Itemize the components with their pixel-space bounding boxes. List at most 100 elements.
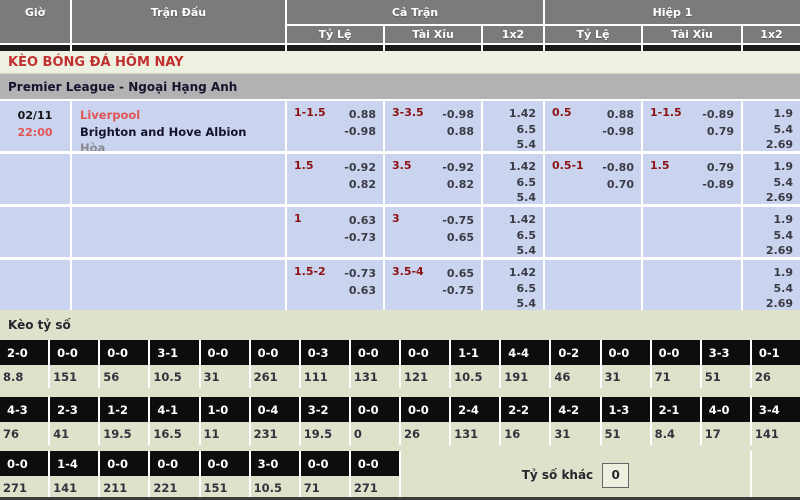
odds-grid: 02/11 22:00 Liverpool Brighton and Hove … — [0, 101, 800, 310]
h1-handicap-cell[interactable] — [545, 207, 641, 257]
odd-value: 1.42 — [509, 265, 536, 281]
score-bet-cell[interactable]: 0-246 — [551, 340, 599, 388]
score-bet-cell[interactable]: 0-00 — [351, 397, 399, 445]
time-cell — [0, 260, 70, 310]
ft-1x2-cell[interactable]: 1.426.55.4 — [483, 207, 543, 257]
handicap-line: 3 — [392, 212, 400, 257]
score-odd-value: 41 — [50, 422, 98, 445]
league-title: Premier League - Ngoại Hạng Anh — [0, 74, 800, 99]
score-bet-cell[interactable]: 0-031 — [602, 340, 650, 388]
h1-overunder-cell[interactable] — [643, 207, 741, 257]
score-bet-cell[interactable]: 1-4141 — [50, 451, 98, 497]
h1-handicap-cell[interactable]: 0.5-1-0.800.70 — [545, 154, 641, 204]
score-bet-cell[interactable]: 1-219.5 — [100, 397, 148, 445]
h1-1x2-cell[interactable]: 1.95.42.69 — [743, 154, 800, 204]
odd-value: -0.98 — [442, 106, 474, 123]
score-bet-cell[interactable]: 3-351 — [702, 340, 750, 388]
score-odd-value: 8.8 — [0, 365, 48, 388]
score-bet-cell[interactable]: 4-231 — [551, 397, 599, 445]
score-odd-value: 71 — [301, 476, 349, 497]
score-label: 3-1 — [150, 340, 198, 365]
ft-handicap-cell[interactable]: 1-1.50.88-0.98 — [287, 101, 383, 151]
odd-value: -0.73 — [344, 265, 376, 282]
score-label: 0-0 — [602, 340, 650, 365]
score-bet-cell[interactable]: 0-056 — [100, 340, 148, 388]
match-cell: Liverpool Brighton and Hove Albion Hòa — [72, 101, 285, 151]
odd-value: 0.82 — [447, 176, 474, 193]
score-bet-cell[interactable]: 0-4231 — [251, 397, 299, 445]
score-odd-value: 26 — [752, 365, 800, 388]
score-label: 3-4 — [752, 397, 800, 422]
score-bet-cell[interactable]: 1-351 — [602, 397, 650, 445]
score-odd-value: 131 — [351, 365, 399, 388]
score-bet-cell[interactable]: 0-071 — [301, 451, 349, 497]
score-bet-cell[interactable]: 1-110.5 — [451, 340, 499, 388]
score-bet-cell[interactable]: 3-4141 — [752, 397, 800, 445]
h1-1x2-cell[interactable]: 1.95.42.69 — [743, 260, 800, 310]
score-bet-cell[interactable]: 3-219.5 — [301, 397, 349, 445]
score-label: 4-3 — [0, 397, 48, 422]
score-bet-cell[interactable]: 3-110.5 — [150, 340, 198, 388]
score-bet-cell[interactable]: 0-0131 — [351, 340, 399, 388]
handicap-line: 1-1.5 — [650, 106, 682, 151]
ft-1x2-cell[interactable]: 1.426.55.4 — [483, 101, 543, 151]
score-label: 1-1 — [451, 340, 499, 365]
score-bet-cell[interactable]: 0-0271 — [0, 451, 48, 497]
h1-handicap-cell[interactable] — [545, 260, 641, 310]
score-bet-cell[interactable]: 0-0221 — [150, 451, 198, 497]
score-bet-cell[interactable]: 0-026 — [401, 397, 449, 445]
score-bet-cell[interactable]: 0-071 — [652, 340, 700, 388]
score-odd-value: 8.4 — [652, 422, 700, 445]
other-score-cell: Tỷ số khác0 — [401, 451, 750, 497]
score-row: 2-08.80-01510-0563-110.50-0310-02610-311… — [0, 340, 800, 388]
ft-1x2-cell[interactable]: 1.426.55.4 — [483, 260, 543, 310]
h1-1x2-cell[interactable]: 1.95.42.69 — [743, 101, 800, 151]
ft-overunder-cell[interactable]: 3.5-0.920.82 — [385, 154, 481, 204]
score-bet-cell[interactable]: 4-116.5 — [150, 397, 198, 445]
ft-overunder-cell[interactable]: 3-0.750.65 — [385, 207, 481, 257]
away-team-name[interactable]: Brighton and Hove Albion — [80, 124, 285, 141]
score-bet-cell[interactable]: 0-3111 — [301, 340, 349, 388]
ft-handicap-cell[interactable]: 10.63-0.73 — [287, 207, 383, 257]
score-bet-cell[interactable]: 2-341 — [50, 397, 98, 445]
score-bet-cell[interactable]: 2-18.4 — [652, 397, 700, 445]
score-bet-cell[interactable]: 2-08.8 — [0, 340, 48, 388]
score-bet-cell[interactable]: 0-0151 — [50, 340, 98, 388]
score-bet-cell[interactable]: 4-376 — [0, 397, 48, 445]
score-bet-cell[interactable]: 0-031 — [201, 340, 249, 388]
odd-value: 5.4 — [774, 281, 794, 297]
score-bet-cell[interactable]: 0-0121 — [401, 340, 449, 388]
score-bet-cell[interactable]: 2-216 — [501, 397, 549, 445]
odds-table-header: Giờ Trận Đấu Cả Trận Hiệp 1 Tỷ Lệ Tài Xỉ… — [0, 0, 800, 43]
score-bet-cell[interactable]: 1-011 — [201, 397, 249, 445]
ft-handicap-cell[interactable]: 1.5-2-0.730.63 — [287, 260, 383, 310]
score-bet-cell[interactable]: 0-0151 — [201, 451, 249, 497]
score-odd-value: 46 — [551, 365, 599, 388]
odd-value: 0.65 — [447, 229, 474, 246]
ft-handicap-cell[interactable]: 1.5-0.920.82 — [287, 154, 383, 204]
score-bet-cell[interactable]: 2-4131 — [451, 397, 499, 445]
score-bet-cell[interactable]: 3-010.5 — [251, 451, 299, 497]
h1-overunder-cell[interactable] — [643, 260, 741, 310]
score-label: 0-0 — [100, 451, 148, 476]
score-odd-value: 10.5 — [251, 476, 299, 497]
score-bet-cell[interactable]: 4-4191 — [501, 340, 549, 388]
other-score-input[interactable]: 0 — [602, 463, 629, 488]
score-bet-cell[interactable]: 0-126 — [752, 340, 800, 388]
ft-overunder-cell[interactable]: 3.5-40.65-0.75 — [385, 260, 481, 310]
home-team-name[interactable]: Liverpool — [80, 107, 285, 124]
column-header-h1-handicap: Tỷ Lệ — [545, 26, 641, 43]
ft-1x2-cell[interactable]: 1.426.55.4 — [483, 154, 543, 204]
ft-overunder-cell[interactable]: 3-3.5-0.980.88 — [385, 101, 481, 151]
score-bet-cell[interactable]: 0-0211 — [100, 451, 148, 497]
h1-1x2-cell[interactable]: 1.95.42.69 — [743, 207, 800, 257]
h1-overunder-cell[interactable]: 1-1.5-0.890.79 — [643, 101, 741, 151]
odd-value: 1.42 — [509, 212, 536, 228]
score-bet-cell[interactable]: 4-017 — [702, 397, 750, 445]
score-bet-cell[interactable]: 0-0261 — [251, 340, 299, 388]
score-label: 0-0 — [301, 451, 349, 476]
odd-value: 6.5 — [517, 281, 537, 297]
score-bet-cell[interactable]: 0-0271 — [351, 451, 399, 497]
h1-handicap-cell[interactable]: 0.50.88-0.98 — [545, 101, 641, 151]
h1-overunder-cell[interactable]: 1.50.79-0.89 — [643, 154, 741, 204]
